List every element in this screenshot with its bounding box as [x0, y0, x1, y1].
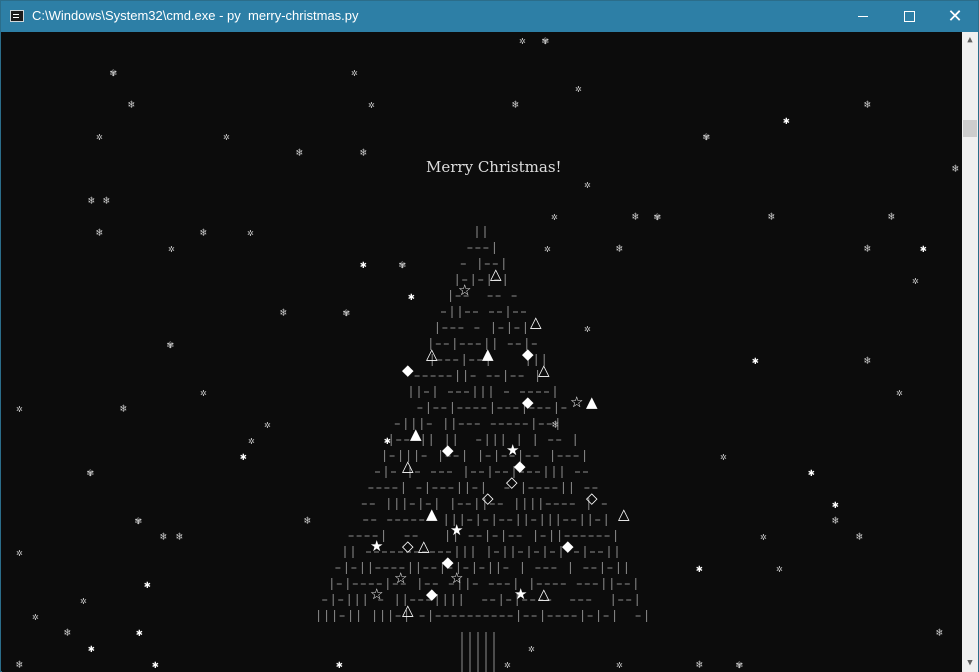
ornament-icon: ☆	[570, 393, 584, 411]
ornament-icon: ◇	[482, 489, 494, 507]
ornament-icon: ★	[514, 585, 528, 603]
ornament-icon: ◆	[514, 457, 526, 475]
maximize-icon	[903, 11, 915, 22]
console-icon[interactable]	[10, 10, 24, 22]
ornament-icon: ◆	[402, 361, 414, 379]
ornament-icon: △	[530, 313, 542, 331]
ornament-icon: ★	[450, 521, 464, 539]
ornament-icon: ◆	[562, 537, 574, 555]
ornament-icon: △	[402, 457, 414, 475]
ornament-icon: △	[538, 585, 550, 603]
ornament-icon: ☆	[450, 569, 464, 587]
window-title: C:\Windows\System32\cmd.exe - py merry-c…	[32, 8, 359, 23]
ornament-icon: ◆	[442, 553, 454, 571]
ornament-icon: ▲	[482, 345, 494, 363]
scroll-up-arrow-icon[interactable]: ▲	[962, 32, 978, 49]
console-output[interactable]: ✲ ✾ ✾ ✲ ❄ ✲ ❄ ✲ ❄ ✱ ✲ ✲ ✾ ❄ ❄ ❄ ✲ ❄ ❄ ✲ ❄ ✾ ❄ ❄ ❄ ❄ ✲ ✲ ✲ ❄ ❄ ✱ ✱ ✾ ✲ ✱ ❄ ✾ ✲ ✾…	[2, 32, 962, 672]
ornament-icon: ◇	[402, 537, 414, 555]
maximize-button[interactable]	[886, 1, 932, 32]
ornament-icon: △	[490, 265, 502, 283]
minimize-icon	[858, 16, 868, 17]
ornament-icon: ◆	[442, 441, 454, 459]
ornament-icon: △	[426, 345, 438, 363]
ornament-icon: ◆	[522, 393, 534, 411]
minimize-button[interactable]	[840, 1, 886, 32]
ornament-icon: ▲	[426, 505, 438, 523]
ornament-icon: ▲	[410, 425, 422, 443]
ornament-icon: ◆	[426, 585, 438, 603]
scroll-thumb[interactable]	[963, 120, 977, 137]
scroll-down-arrow-icon[interactable]: ▼	[962, 655, 978, 672]
ornament-icon: ◇	[586, 489, 598, 507]
greeting-text: Merry Christmas!	[426, 158, 562, 176]
vertical-scrollbar[interactable]: ▲ ▼	[962, 32, 978, 672]
ornament-icon: ☆	[370, 585, 384, 603]
ornament-icon: ◆	[522, 345, 534, 363]
ornament-icon: △	[538, 361, 550, 379]
close-icon: ✕	[947, 6, 963, 27]
ornament-icon: ◇	[506, 473, 518, 491]
title-bar[interactable]: C:\Windows\System32\cmd.exe - py merry-c…	[1, 1, 978, 32]
ornament-icon: ★	[370, 537, 384, 555]
ornament-icon: △	[418, 537, 430, 555]
close-button[interactable]: ✕	[932, 1, 978, 32]
ornament-icon: ▲	[586, 393, 598, 411]
ornament-icon: ☆	[458, 281, 472, 299]
ornament-icon: △	[618, 505, 630, 523]
ornament-icon: ★	[506, 441, 520, 459]
console-window: C:\Windows\System32\cmd.exe - py merry-c…	[0, 0, 979, 672]
ornament-icon: ☆	[394, 569, 408, 587]
ornament-icon: △	[402, 601, 414, 619]
